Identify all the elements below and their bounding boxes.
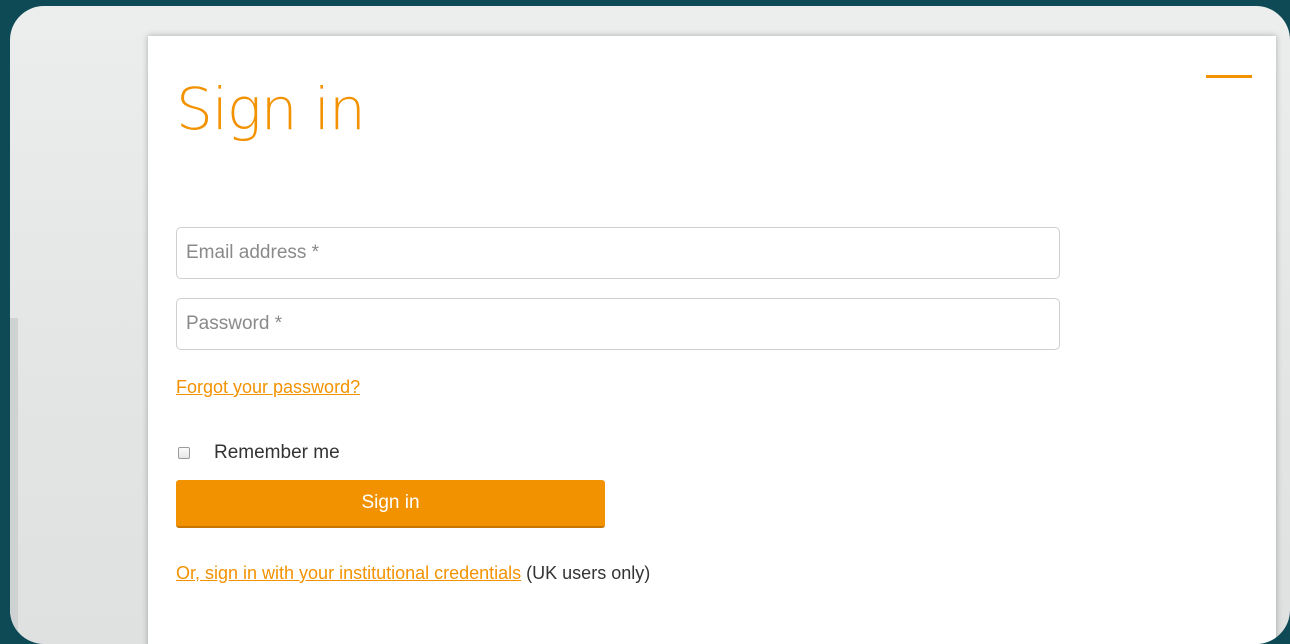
background-panel-edge: [10, 318, 18, 644]
institutional-sign-in: Or, sign in with your institutional cred…: [176, 563, 650, 584]
minus-icon[interactable]: [1206, 75, 1252, 78]
forgot-password-link[interactable]: Forgot your password?: [176, 377, 360, 398]
remember-me-checkbox[interactable]: [178, 447, 190, 459]
screenshot-frame: Sign in Forgot your password? Remember m…: [10, 6, 1290, 644]
remember-me-label[interactable]: Remember me: [214, 442, 340, 464]
email-field[interactable]: [176, 227, 1060, 279]
password-field[interactable]: [176, 298, 1060, 350]
sign-in-dialog: Sign in Forgot your password? Remember m…: [148, 36, 1276, 644]
page-title: Sign in: [176, 75, 366, 143]
remember-me-row: Remember me: [178, 442, 340, 464]
institutional-credentials-link[interactable]: Or, sign in with your institutional cred…: [176, 563, 521, 583]
sign-in-button[interactable]: Sign in: [176, 480, 605, 528]
uk-users-note: (UK users only): [521, 563, 651, 583]
